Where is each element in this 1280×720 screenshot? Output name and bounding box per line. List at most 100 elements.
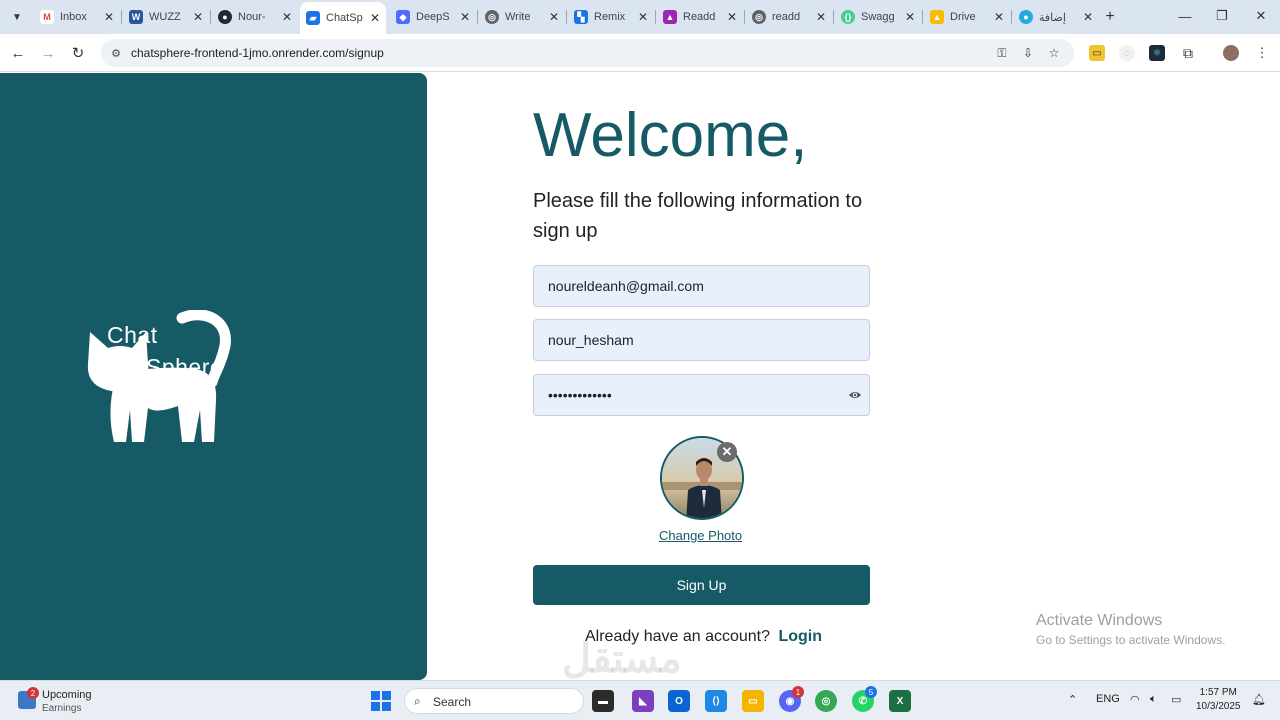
- password-input[interactable]: [534, 375, 869, 415]
- close-icon[interactable]: ✕: [638, 10, 648, 24]
- browser-tab-active[interactable]: ▰ ChatSp ✕: [300, 2, 386, 34]
- close-icon: ✕: [1255, 8, 1267, 23]
- brand-name-line2: Sphere: [146, 354, 224, 380]
- tab-search-button[interactable]: ▼: [6, 6, 28, 28]
- tab-divider: [210, 10, 211, 24]
- brand-name-line1: Chat: [107, 322, 158, 348]
- excel-icon[interactable]: X: [889, 690, 911, 712]
- tab-divider: [566, 10, 567, 24]
- widgets-button[interactable]: 2 Upcoming Earnings: [18, 687, 118, 717]
- forward-button[interactable]: →: [37, 42, 59, 64]
- change-photo-link[interactable]: Change Photo: [659, 528, 742, 543]
- new-tab-button[interactable]: +: [1100, 7, 1120, 27]
- browser-tab[interactable]: ● إضافة ✕: [1013, 4, 1099, 30]
- login-link[interactable]: Login: [778, 628, 822, 645]
- battery-icon[interactable]: ▭: [1171, 693, 1181, 706]
- swagger-icon: {}: [841, 10, 855, 24]
- address-bar[interactable]: ⚙ chatsphere-frontend-1jmo.onrender.com/…: [101, 39, 1074, 67]
- browser-tab[interactable]: M Inbox ✕: [34, 4, 120, 30]
- email-field[interactable]: [533, 265, 870, 307]
- search-icon: ⌕: [414, 694, 421, 708]
- chevron-up-icon[interactable]: ⌃: [1068, 693, 1077, 706]
- visual-studio-icon[interactable]: ◣: [632, 690, 654, 712]
- search-label: Search: [433, 695, 472, 709]
- close-icon[interactable]: ✕: [104, 10, 114, 24]
- tab-title: Drive: [950, 11, 976, 23]
- wifi-icon[interactable]: ◠: [1130, 693, 1140, 706]
- task-view-icon[interactable]: ▬: [592, 690, 614, 712]
- deepseek-icon: ◆: [396, 10, 410, 24]
- file-explorer-icon[interactable]: ▭: [742, 690, 764, 712]
- tab-title: ChatSp: [326, 12, 363, 24]
- close-window-button[interactable]: ✕: [1246, 6, 1276, 26]
- close-icon[interactable]: ✕: [727, 10, 737, 24]
- minimize-button[interactable]: —: [1170, 6, 1200, 26]
- tab-title: Inbox: [60, 11, 87, 23]
- vscode-icon[interactable]: ⟨⟩: [705, 690, 727, 712]
- install-app-icon[interactable]: ⇩: [1019, 45, 1037, 61]
- browser-tab[interactable]: ◎ readd ✕: [746, 4, 832, 30]
- close-icon[interactable]: ✕: [1083, 10, 1093, 24]
- password-field[interactable]: [533, 374, 870, 416]
- key-icon[interactable]: ⚿: [993, 45, 1011, 61]
- close-icon[interactable]: ✕: [549, 10, 559, 24]
- browser-toolbar: ← → ↻ ⚙ chatsphere-frontend-1jmo.onrende…: [0, 34, 1280, 72]
- speaker-icon[interactable]: 🔈︎: [1150, 693, 1157, 706]
- remove-photo-button[interactable]: ✕: [717, 442, 737, 462]
- eye-icon[interactable]: [848, 388, 862, 402]
- site-settings-icon[interactable]: ⚙: [109, 46, 123, 60]
- language-indicator[interactable]: ENG: [1096, 693, 1120, 705]
- back-button[interactable]: ←: [7, 42, 29, 64]
- close-icon[interactable]: ✕: [905, 10, 915, 24]
- profile-photo-upload[interactable]: ✕: [660, 436, 744, 520]
- extension-icon[interactable]: ▭: [1089, 45, 1105, 61]
- extension-icon[interactable]: ◌: [1119, 45, 1135, 61]
- activate-title: Activate Windows: [1036, 612, 1163, 629]
- close-icon[interactable]: ✕: [816, 10, 826, 24]
- browser-tab[interactable]: {} Swagg ✕: [835, 4, 921, 30]
- reload-button[interactable]: ↻: [67, 42, 89, 64]
- browser-tab[interactable]: ▚ Remix ✕: [568, 4, 654, 30]
- username-input[interactable]: [534, 320, 869, 360]
- more-menu-icon[interactable]: ⋮: [1254, 45, 1270, 61]
- signup-button[interactable]: Sign Up: [533, 565, 870, 605]
- taskbar-search[interactable]: ⌕ Search: [404, 688, 584, 714]
- word-icon: W: [129, 10, 143, 24]
- browser-tab[interactable]: ◎ Write ✕: [479, 4, 565, 30]
- puzzle-icon[interactable]: ⧉: [1180, 45, 1196, 61]
- browser-tab[interactable]: ◆ DeepS ✕: [390, 4, 476, 30]
- username-field[interactable]: [533, 319, 870, 361]
- windows-start-icon[interactable]: [371, 691, 391, 711]
- tab-divider: [1011, 10, 1012, 24]
- plus-icon: +: [1105, 8, 1115, 25]
- chevron-down-icon: ▼: [12, 11, 22, 23]
- welcome-heading: Welcome,: [533, 101, 808, 170]
- react-devtools-icon[interactable]: ⚛: [1149, 45, 1165, 61]
- maximize-button[interactable]: ❐: [1207, 6, 1237, 26]
- close-icon[interactable]: ✕: [282, 10, 292, 24]
- discord-badge: 1: [792, 686, 804, 698]
- close-icon[interactable]: ✕: [370, 11, 380, 25]
- browser-tab[interactable]: ▲ Drive ✕: [924, 4, 1010, 30]
- outlook-icon[interactable]: O: [668, 690, 690, 712]
- whatsapp-badge: 5: [865, 686, 877, 698]
- notification-bell-icon[interactable]: 🔔︎: [1252, 693, 1266, 706]
- browser-tab[interactable]: ▲ Readd ✕: [657, 4, 743, 30]
- url-text[interactable]: chatsphere-frontend-1jmo.onrender.com/si…: [131, 46, 384, 60]
- browser-tab-strip: ▼ M Inbox ✕ W WUZZ ✕ ● Nour- ✕ ▰ ChatSp …: [0, 0, 1280, 34]
- close-icon[interactable]: ✕: [193, 10, 203, 24]
- arrow-right-icon: →: [40, 44, 56, 62]
- email-input[interactable]: [534, 266, 869, 306]
- close-icon[interactable]: ✕: [994, 10, 1004, 24]
- browser-tab[interactable]: W WUZZ ✕: [123, 4, 209, 30]
- close-icon[interactable]: ✕: [460, 10, 470, 24]
- tab-divider: [744, 10, 745, 24]
- github-icon: ●: [218, 10, 232, 24]
- tab-divider: [477, 10, 478, 24]
- brand-panel: Chat Sphere: [0, 73, 427, 680]
- star-icon[interactable]: ☆: [1045, 45, 1063, 61]
- system-clock[interactable]: 1:57 PM 10/3/2025: [1196, 686, 1241, 714]
- profile-avatar[interactable]: [1223, 45, 1239, 61]
- browser-tab[interactable]: ● Nour- ✕: [212, 4, 298, 30]
- chrome-icon[interactable]: ◎: [815, 690, 837, 712]
